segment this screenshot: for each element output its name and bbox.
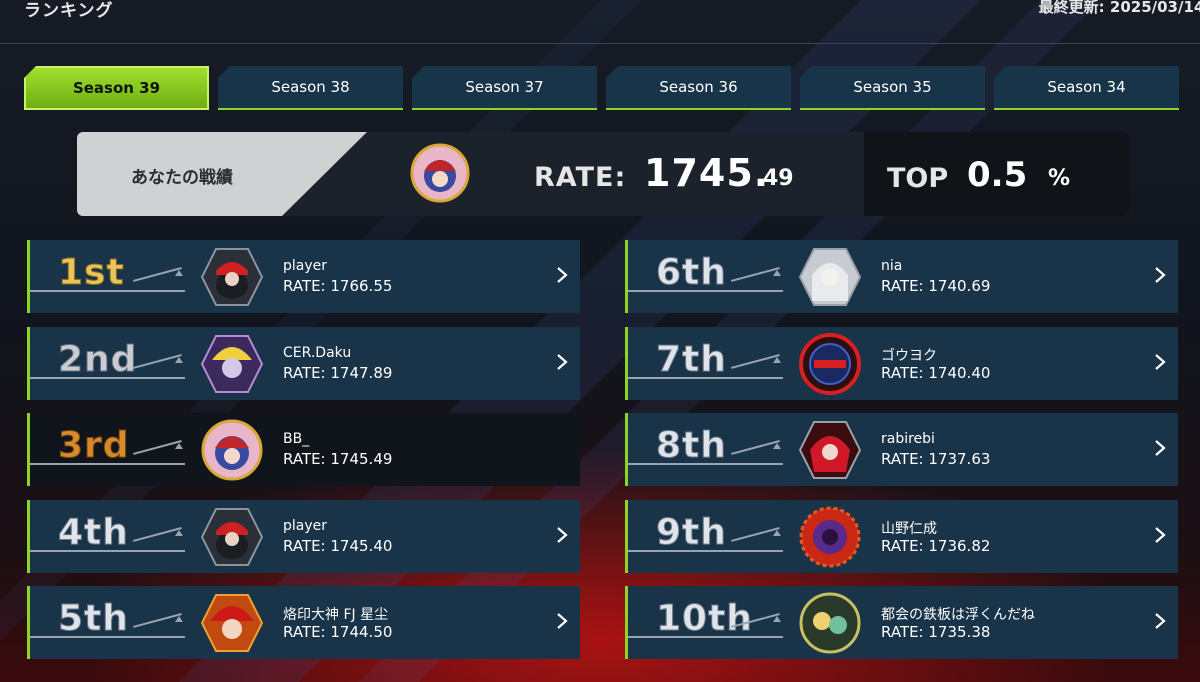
rank-place: 7th <box>656 339 727 381</box>
rank-place: 5th <box>58 598 129 640</box>
top-label: TOP <box>887 163 949 194</box>
player-name: player <box>283 518 328 534</box>
player-name: 山野仁成 <box>881 521 937 537</box>
rank-underline <box>628 636 783 638</box>
rank-place: 9th <box>656 512 727 554</box>
page-title: ランキング <box>24 1 114 21</box>
player-avatar <box>799 333 861 395</box>
ranking-row-4[interactable]: 4th player RATE: 1745.40 <box>27 500 580 573</box>
tab-season-35[interactable]: Season 35 <box>800 66 985 110</box>
player-rate: RATE: 1747.89 <box>283 364 393 382</box>
tab-season-37[interactable]: Season 37 <box>412 66 597 110</box>
rank-underline <box>30 636 185 638</box>
ranking-row-10[interactable]: 10th 都会の鉄板は浮くんだね RATE: 1735.38 <box>625 586 1178 659</box>
rank-underline <box>30 290 185 292</box>
rank-underline <box>628 377 783 379</box>
chevron-right-icon <box>1155 613 1166 629</box>
chevron-right-icon <box>557 527 568 543</box>
ranking-row-2[interactable]: 2nd CER.Daku RATE: 1747.89 <box>27 327 580 400</box>
triangle-up-icon <box>773 616 781 622</box>
rank-underline <box>30 463 185 465</box>
player-rate: RATE: 1745.40 <box>283 537 393 555</box>
rank-underline <box>628 290 783 292</box>
player-avatar <box>799 592 861 654</box>
chevron-right-icon <box>1155 527 1166 543</box>
player-avatar <box>200 594 264 652</box>
player-name: BB_ <box>283 431 310 447</box>
ranking-row-8[interactable]: 8th rabirebi RATE: 1737.63 <box>625 413 1178 486</box>
triangle-up-icon <box>175 357 183 363</box>
tab-season-38[interactable]: Season 38 <box>218 66 403 110</box>
tab-season-34[interactable]: Season 34 <box>994 66 1179 110</box>
player-rate: RATE: 1740.40 <box>881 364 991 382</box>
ranking-row-3[interactable]: 3rd BB_ RATE: 1745.49 <box>27 413 580 486</box>
header: ランキング 最終更新: 2025/03/14 1 <box>0 0 1200 44</box>
rank-underline <box>30 377 185 379</box>
chevron-right-icon <box>1155 354 1166 370</box>
player-avatar <box>201 419 263 481</box>
rank-place: 6th <box>656 252 727 294</box>
player-name: nia <box>881 258 903 274</box>
my-stats-label: あなたの戦績 <box>131 168 233 188</box>
triangle-up-icon <box>773 443 781 449</box>
player-rate: RATE: 1766.55 <box>283 277 393 295</box>
tab-season-36[interactable]: Season 36 <box>606 66 791 110</box>
rank-underline <box>628 550 783 552</box>
player-avatar <box>200 335 264 393</box>
player-avatar <box>798 248 862 306</box>
player-rate: RATE: 1745.49 <box>283 450 393 468</box>
ranking-row-1[interactable]: 1st player RATE: 1766.55 <box>27 240 580 313</box>
player-avatar <box>200 508 264 566</box>
chevron-right-icon <box>557 267 568 283</box>
chevron-right-icon <box>1155 267 1166 283</box>
player-avatar <box>799 506 861 568</box>
rank-place: 8th <box>656 425 727 467</box>
rank-place: 2nd <box>57 339 138 381</box>
chevron-right-icon <box>557 354 568 370</box>
triangle-up-icon <box>773 270 781 276</box>
player-rate: RATE: 1735.38 <box>881 623 991 641</box>
top-value: 0.5 <box>967 155 1028 195</box>
player-rate: RATE: 1740.69 <box>881 277 991 295</box>
top-unit: % <box>1048 166 1071 191</box>
my-rate-value: 1745. <box>644 151 770 195</box>
rank-underline <box>628 463 783 465</box>
chevron-right-icon <box>557 613 568 629</box>
player-name: 都会の鉄板は浮くんだね <box>881 607 1035 623</box>
player-avatar <box>798 421 862 479</box>
tab-season-39[interactable]: Season 39 <box>24 66 209 110</box>
rank-place: 1st <box>58 252 125 294</box>
ranking-row-9[interactable]: 9th 山野仁成 RATE: 1736.82 <box>625 500 1178 573</box>
player-name: player <box>283 258 328 274</box>
player-name: 烙印大神 FJ 星尘 <box>283 607 389 623</box>
last-updated: 最終更新: 2025/03/14 1 <box>1038 0 1200 16</box>
player-rate: RATE: 1737.63 <box>881 450 991 468</box>
player-name: rabirebi <box>881 431 935 447</box>
chevron-right-icon <box>1155 440 1166 456</box>
rank-place: 3rd <box>58 425 130 467</box>
my-rate-label: RATE: <box>534 162 627 193</box>
triangle-up-icon <box>773 357 781 363</box>
my-stats-panel: あなたの戦績 RATE: 1745. 49 TOP 0.5 % <box>77 132 1129 216</box>
ranking-row-6[interactable]: 6th nia RATE: 1740.69 <box>625 240 1178 313</box>
ranking-row-7[interactable]: 7th ゴウヨク RATE: 1740.40 <box>625 327 1178 400</box>
rank-place: 4th <box>58 512 129 554</box>
player-name: CER.Daku <box>283 345 352 361</box>
triangle-up-icon <box>175 616 183 622</box>
player-avatar <box>200 248 264 306</box>
my-rate-decimal: 49 <box>763 166 794 191</box>
triangle-up-icon <box>175 530 183 536</box>
ranking-row-5[interactable]: 5th 烙印大神 FJ 星尘 RATE: 1744.50 <box>27 586 580 659</box>
triangle-up-icon <box>773 530 781 536</box>
rank-place: 10th <box>656 598 753 640</box>
rank-underline <box>30 550 185 552</box>
player-name: ゴウヨク <box>881 348 937 364</box>
triangle-up-icon <box>175 270 183 276</box>
player-rate: RATE: 1744.50 <box>283 623 393 641</box>
triangle-up-icon <box>175 443 183 449</box>
my-avatar <box>410 143 470 203</box>
season-tabs: Season 39 Season 38 Season 37 Season 36 … <box>24 66 1188 110</box>
player-rate: RATE: 1736.82 <box>881 537 991 555</box>
